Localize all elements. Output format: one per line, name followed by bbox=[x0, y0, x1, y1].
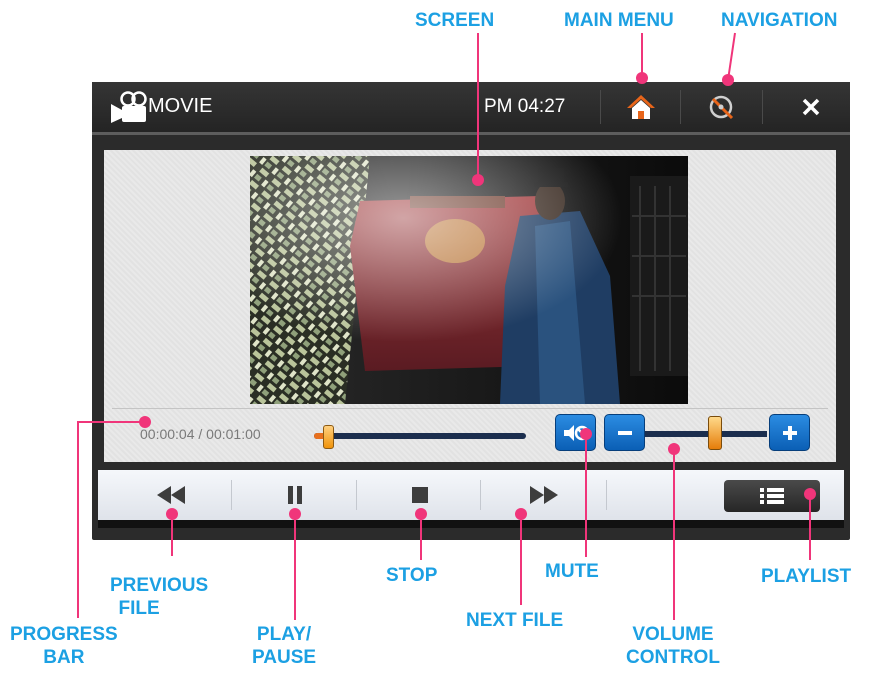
callout-previous-file: PREVIOUS FILE bbox=[110, 574, 208, 620]
volume-control[interactable] bbox=[645, 431, 767, 437]
progress-handle[interactable] bbox=[323, 425, 334, 449]
mute-icon bbox=[563, 424, 589, 441]
callout-play-pause-line2: PAUSE bbox=[252, 647, 317, 668]
callout-progress-bar-line1: PROGRESS bbox=[10, 624, 118, 645]
rewind-icon bbox=[157, 486, 185, 504]
home-icon bbox=[627, 95, 655, 119]
app-title: MOVIE bbox=[148, 95, 213, 117]
callout-mute: MUTE bbox=[545, 561, 599, 582]
playback-time: 00:00:04 / 00:01:00 bbox=[140, 426, 261, 442]
control-separator bbox=[356, 480, 357, 510]
title-bar-separator bbox=[680, 90, 681, 124]
volume-down-button[interactable] bbox=[604, 414, 645, 451]
clock: PM 04:27 bbox=[484, 96, 566, 117]
video-screen[interactable] bbox=[250, 156, 688, 404]
callout-volume-control-line2: CONTROL bbox=[626, 647, 720, 668]
callout-main-menu: MAIN MENU bbox=[564, 10, 674, 31]
callout-previous-file-line2: FILE bbox=[118, 598, 160, 619]
movie-player-window: MOVIE PM 04:27 00:00:04 / 00:01:00 bbox=[92, 82, 850, 540]
callout-volume-control-line1: VOLUME bbox=[632, 624, 714, 645]
playlist-button[interactable] bbox=[724, 480, 820, 512]
callout-screen: SCREEN bbox=[415, 10, 495, 31]
callout-previous-file-line1: PREVIOUS bbox=[110, 575, 209, 596]
plus-icon bbox=[782, 425, 797, 440]
navigation-button[interactable] bbox=[682, 82, 760, 132]
movie-camera-icon bbox=[111, 91, 147, 123]
fast-forward-icon bbox=[530, 486, 558, 504]
title-bar-separator bbox=[762, 90, 763, 124]
next-file-button[interactable] bbox=[484, 470, 604, 520]
control-separator bbox=[480, 480, 481, 510]
content-divider bbox=[112, 408, 828, 409]
callout-progress-bar-line2: BAR bbox=[43, 647, 85, 668]
pause-icon bbox=[288, 486, 302, 504]
callout-play-pause-line1: PLAY/ bbox=[256, 624, 312, 645]
callout-navigation: NAVIGATION bbox=[721, 10, 838, 31]
minus-icon bbox=[617, 430, 632, 435]
player-content: 00:00:04 / 00:01:00 bbox=[104, 150, 836, 462]
progress-bar[interactable] bbox=[314, 425, 526, 449]
callout-play-pause: PLAY/ PAUSE bbox=[252, 623, 316, 669]
callout-stop: STOP bbox=[386, 565, 438, 586]
mute-button[interactable] bbox=[555, 414, 596, 451]
callout-next-file: NEXT FILE bbox=[466, 610, 564, 631]
playlist-icon bbox=[760, 488, 784, 504]
control-separator bbox=[231, 480, 232, 510]
bottom-strip bbox=[98, 520, 844, 528]
control-separator bbox=[606, 480, 607, 510]
title-bar: MOVIE PM 04:27 bbox=[92, 82, 850, 135]
stop-button[interactable] bbox=[360, 470, 480, 520]
callout-playlist: PLAYLIST bbox=[761, 566, 852, 587]
close-icon bbox=[802, 98, 820, 116]
volume-handle[interactable] bbox=[708, 416, 722, 450]
callout-progress-bar: PROGRESS BAR bbox=[10, 623, 118, 669]
title-bar-separator bbox=[600, 90, 601, 124]
stop-icon bbox=[412, 487, 428, 503]
navigation-compass-icon bbox=[709, 95, 734, 120]
previous-file-button[interactable] bbox=[111, 470, 231, 520]
callout-volume-control: VOLUME CONTROL bbox=[626, 623, 720, 669]
video-frame-image bbox=[250, 156, 688, 404]
playback-controls bbox=[98, 470, 844, 520]
play-pause-button[interactable] bbox=[235, 470, 355, 520]
volume-up-button[interactable] bbox=[769, 414, 810, 451]
main-menu-button[interactable] bbox=[602, 82, 680, 132]
close-button[interactable] bbox=[772, 82, 850, 132]
